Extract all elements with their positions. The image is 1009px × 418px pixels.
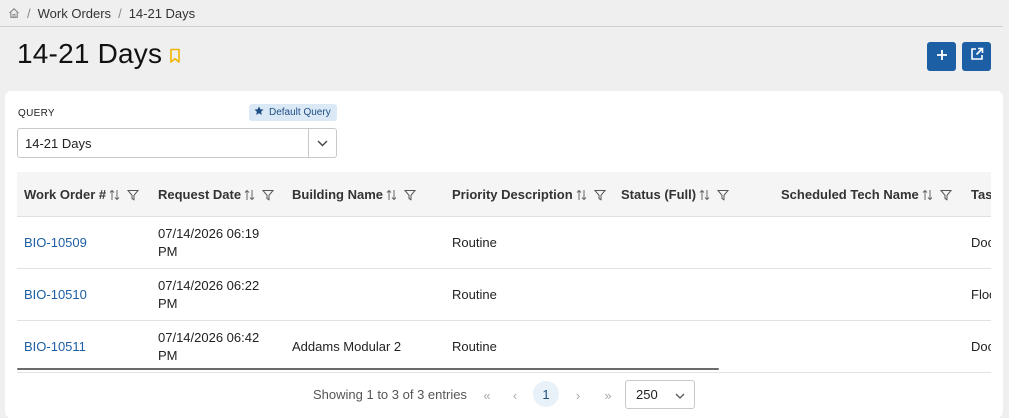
breadcrumb-separator: / [118,5,122,21]
priority-cell: Routine [452,338,497,354]
pagination: Showing 1 to 3 of 3 entries « ‹ 1 › » 25… [5,374,1003,414]
task-cell: Floo [971,286,991,302]
table-row: BIO-10509 07/14/2026 06:19 PM Routine Do… [17,217,991,269]
work-order-link[interactable]: BIO-10509 [24,217,87,268]
page-size-value: 250 [636,387,658,402]
page-title: 14-21 Days [17,38,163,69]
last-page-button[interactable]: » [596,384,620,406]
table-header: Work Order # Request Date Building Name … [17,172,991,217]
breadcrumb-separator: / [27,5,31,21]
table-row: BIO-10511 07/14/2026 06:42 PM Addams Mod… [17,321,991,373]
building-name-cell: Addams Modular 2 [292,338,402,354]
column-header-scheduled-tech-name[interactable]: Scheduled Tech Name [781,172,952,217]
filter-icon[interactable] [593,189,606,201]
table-row: BIO-10510 07/14/2026 06:22 PM Routine Fl… [17,269,991,321]
default-query-badge-label: Default Query [269,107,331,118]
sort-icon[interactable] [922,189,933,201]
column-header-status[interactable]: Status (Full) [621,172,730,217]
column-label: Request Date [158,187,242,202]
breadcrumb: / Work Orders / 14-21 Days [8,4,195,22]
plus-icon [936,48,948,66]
request-date-cell: 07/14/2026 06:22 PM [158,277,260,311]
column-header-request-date[interactable]: Request Date [158,172,275,217]
sort-icon[interactable] [386,189,397,201]
first-page-button[interactable]: « [475,384,499,406]
query-label: QUERY [18,108,55,119]
page-size-select[interactable]: 250 [625,380,695,409]
column-label: Status (Full) [621,187,697,202]
priority-cell: Routine [452,286,497,302]
task-cell: Doc [971,338,991,354]
page-button-current[interactable]: 1 [533,381,559,407]
column-label: Priority Description [452,187,573,202]
horizontal-scrollbar[interactable] [17,368,719,370]
request-date-cell: 07/14/2026 06:19 PM [158,225,260,259]
query-results-card: QUERY Default Query 14-21 Days Work Orde… [5,91,1003,418]
column-label: Scheduled Tech Name [781,187,919,202]
sort-icon[interactable] [244,189,255,201]
column-header-building-name[interactable]: Building Name [292,172,417,217]
star-icon [254,106,269,119]
previous-page-button[interactable]: ‹ [503,384,527,406]
chevron-down-icon [675,387,685,402]
column-header-work-order[interactable]: Work Order # [24,172,140,217]
work-order-link[interactable]: BIO-10510 [24,269,87,320]
task-cell: Doc [971,234,991,250]
filter-icon[interactable] [939,189,952,201]
chevron-down-icon[interactable] [308,129,336,157]
column-label: Tas [971,187,991,202]
column-header-task[interactable]: Tas [971,172,991,217]
sort-icon[interactable] [576,189,587,201]
home-icon[interactable] [8,7,20,19]
open-in-new-window-button[interactable] [962,42,991,71]
column-label: Work Order # [24,187,107,202]
priority-cell: Routine [452,234,497,250]
column-header-priority-description[interactable]: Priority Description [452,172,606,217]
bookmark-icon[interactable] [169,48,181,69]
breadcrumb-work-orders[interactable]: Work Orders [38,6,111,21]
external-link-icon [970,47,984,66]
add-work-order-button[interactable] [927,42,956,71]
work-orders-table: Work Order # Request Date Building Name … [17,172,991,373]
pagination-info: Showing 1 to 3 of 3 entries [313,387,467,402]
default-query-badge: Default Query [249,104,337,121]
breadcrumb-divider [0,26,1003,27]
next-page-button[interactable]: › [566,384,590,406]
filter-icon[interactable] [404,189,417,201]
filter-icon[interactable] [127,189,140,201]
work-order-link[interactable]: BIO-10511 [24,321,86,372]
request-date-cell: 07/14/2026 06:42 PM [158,329,260,363]
sort-icon[interactable] [109,189,120,201]
filter-icon[interactable] [262,189,275,201]
query-select[interactable]: 14-21 Days [17,128,337,158]
column-label: Building Name [292,187,384,202]
sort-icon[interactable] [699,189,710,201]
filter-icon[interactable] [717,189,730,201]
breadcrumb-current: 14-21 Days [128,5,196,21]
query-select-value: 14-21 Days [25,135,92,151]
